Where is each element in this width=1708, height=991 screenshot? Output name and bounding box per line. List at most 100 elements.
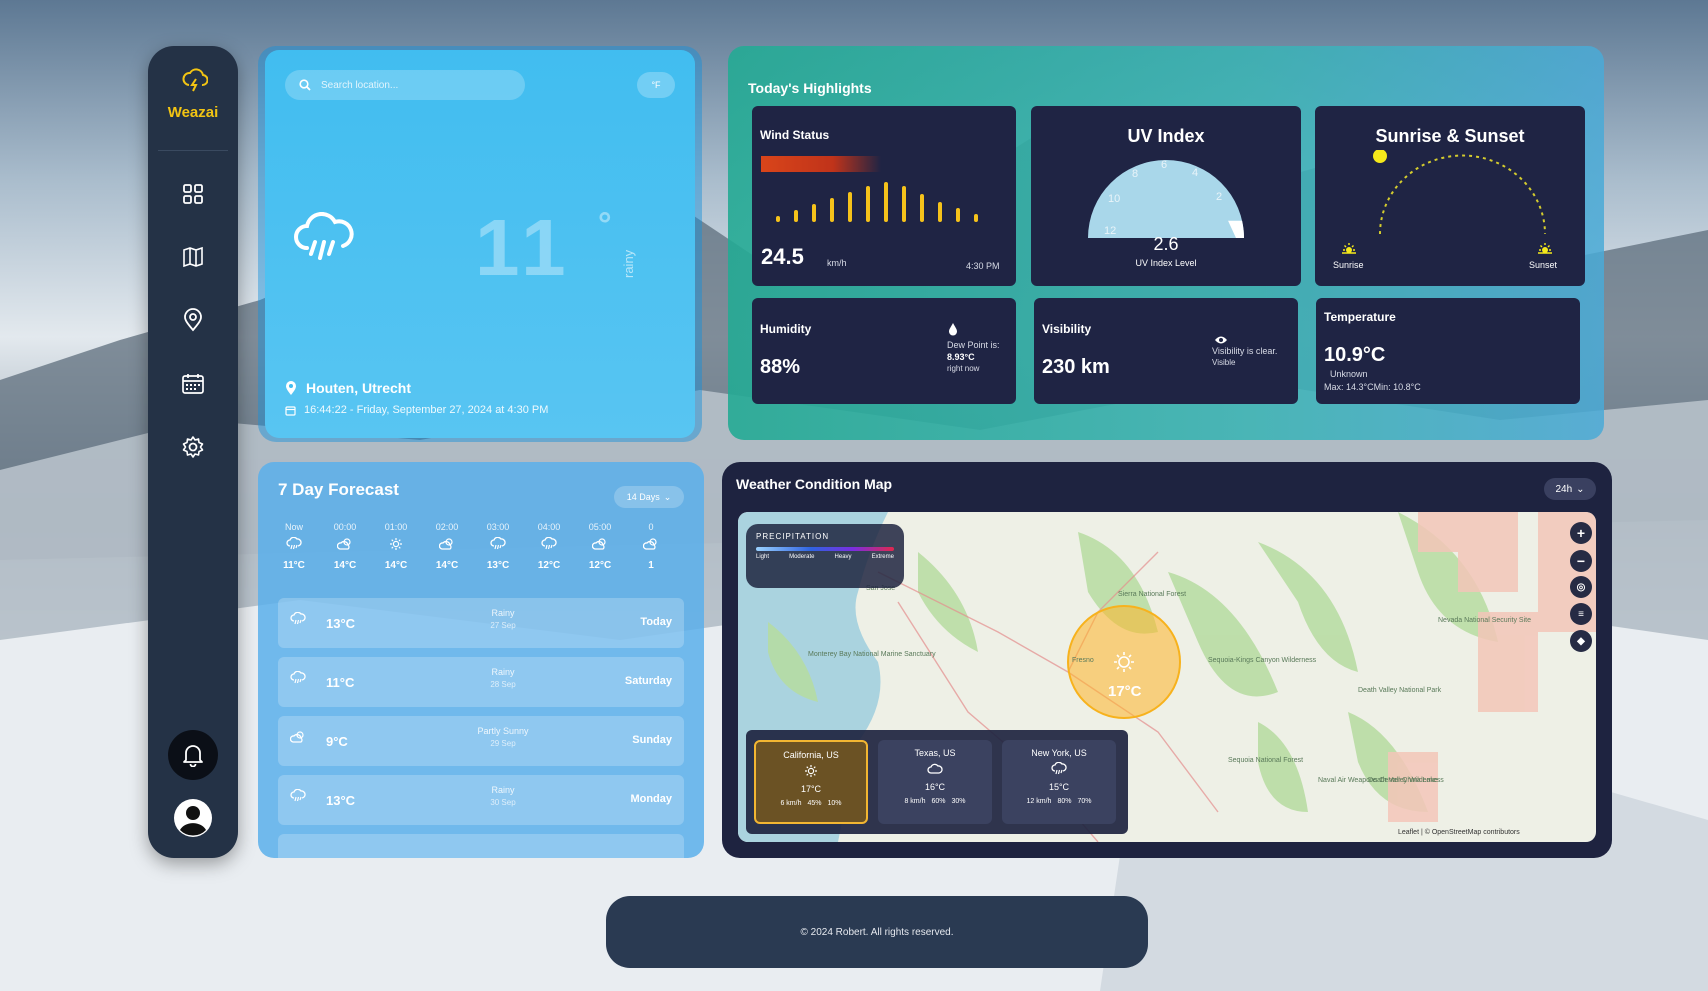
search-icon bbox=[299, 79, 311, 91]
layers-list-button[interactable]: ≡ bbox=[1570, 603, 1592, 625]
legend-item: Extreme bbox=[871, 554, 894, 560]
day-condition: Rainy bbox=[491, 785, 515, 795]
wind-bar bbox=[920, 194, 924, 222]
sidebar-item-map[interactable] bbox=[179, 243, 207, 271]
partly-cloudy-icon bbox=[580, 534, 620, 554]
city-humidity: 60% bbox=[931, 798, 946, 805]
hourly-item: 01:00 14°C bbox=[376, 522, 416, 571]
precipitation-legend: PRECIPITATION Light Moderate Heavy Extre… bbox=[746, 524, 904, 588]
droplet-icon bbox=[948, 322, 958, 341]
wind-bar bbox=[956, 208, 960, 222]
day-temp: 9°C bbox=[326, 734, 348, 749]
legend-title: PRECIPITATION bbox=[756, 532, 830, 541]
sidebar-item-settings[interactable] bbox=[179, 433, 207, 461]
day-date: 27 Sep bbox=[490, 621, 516, 630]
visibility-note2: Visible bbox=[1212, 358, 1236, 367]
day-name: Monday bbox=[630, 793, 672, 805]
city-temp: 15°C bbox=[1048, 782, 1070, 792]
uv-tick-6: 6 bbox=[1161, 159, 1167, 171]
city-precip: 30% bbox=[951, 798, 966, 805]
sidebar-item-locations[interactable] bbox=[179, 306, 207, 334]
map-range-dropdown[interactable]: 24h ⌄ bbox=[1544, 478, 1596, 500]
rain-cloud-icon bbox=[529, 534, 569, 554]
day-name: Saturday bbox=[624, 675, 672, 687]
hourly-item: 00:00 14°C bbox=[325, 522, 365, 571]
forecast-range-dropdown[interactable]: 14 Days ⌄ bbox=[614, 486, 684, 508]
city-weather-card[interactable]: Texas, US 16°C 8 km/h 60% 30% bbox=[878, 740, 992, 824]
city-temp: 16°C bbox=[924, 782, 946, 792]
day-date: 28 Sep bbox=[490, 680, 516, 689]
city-humidity: 80% bbox=[1057, 798, 1072, 805]
grid-icon bbox=[183, 184, 203, 204]
wind-value: 24.5 bbox=[761, 244, 804, 269]
forecast-day-row[interactable] bbox=[278, 834, 684, 858]
visibility-label: Visibility bbox=[1042, 322, 1092, 336]
sun-position-marker bbox=[1373, 150, 1387, 163]
user-avatar[interactable] bbox=[173, 798, 213, 838]
city-precip: 70% bbox=[1077, 798, 1092, 805]
search-box[interactable] bbox=[285, 70, 525, 100]
hourly-time: 03:00 bbox=[486, 522, 510, 532]
forecast-day-row[interactable]: 11°C Rainy 28 Sep Saturday bbox=[278, 657, 684, 707]
rain-cloud-icon bbox=[290, 788, 306, 808]
zoom-out-button[interactable]: − bbox=[1570, 550, 1592, 572]
temperature-label: Temperature bbox=[1324, 310, 1396, 324]
forecast-range-label: 14 Days bbox=[626, 492, 660, 502]
compass-button[interactable]: ◎ bbox=[1570, 576, 1592, 598]
map-icon bbox=[183, 246, 203, 268]
unit-toggle-button[interactable]: °F bbox=[637, 72, 675, 98]
compass-icon: ◎ bbox=[1576, 581, 1586, 593]
sidebar-item-dashboard[interactable] bbox=[179, 180, 207, 208]
hourly-time: 04:00 bbox=[537, 522, 561, 532]
uv-label: UV Index bbox=[1127, 126, 1205, 146]
visibility-note: Visibility is clear. bbox=[1212, 346, 1278, 356]
legend-gradient bbox=[756, 547, 894, 551]
place-label: Death Valley National Park bbox=[1358, 687, 1442, 694]
day-date: 30 Sep bbox=[490, 798, 516, 807]
wind-bar bbox=[776, 216, 780, 222]
rain-cloud-icon bbox=[290, 611, 306, 631]
city-wind: 12 km/h bbox=[1026, 798, 1052, 805]
sun-icon bbox=[376, 534, 416, 554]
search-input[interactable] bbox=[321, 79, 501, 91]
wind-bar-chart bbox=[776, 182, 978, 222]
user-avatar-icon bbox=[174, 799, 212, 837]
map-view[interactable]: 17°C San Jose Monterey Bay National Mari… bbox=[738, 512, 1596, 842]
hourly-time: 05:00 bbox=[588, 522, 612, 532]
city-weather-card[interactable]: New York, US 15°C 12 km/h 80% 70% bbox=[1002, 740, 1116, 824]
place-label: Monterey Bay National Marine Sanctuary bbox=[808, 651, 936, 658]
temperature-range: Max: 14.3°CMin: 10.8°C bbox=[1324, 382, 1421, 392]
sidebar-item-calendar[interactable] bbox=[179, 370, 207, 398]
layers-button[interactable]: ◆ bbox=[1570, 630, 1592, 652]
hourly-temp: 13°C bbox=[486, 560, 510, 571]
wind-time: 4:30 PM bbox=[966, 261, 1000, 271]
gear-icon bbox=[182, 436, 204, 458]
visibility-value: 230 km bbox=[1042, 356, 1110, 378]
place-label: Sequoia National Forest bbox=[1228, 757, 1303, 764]
partly-cloudy-icon bbox=[427, 534, 467, 554]
zoom-in-button[interactable]: + bbox=[1570, 522, 1592, 544]
forecast-day-row[interactable]: 9°C Partly Sunny 29 Sep Sunday bbox=[278, 716, 684, 766]
city-wind: 8 km/h bbox=[904, 798, 926, 805]
hourly-item: 04:00 12°C bbox=[529, 522, 569, 571]
list-icon: ≡ bbox=[1578, 608, 1584, 620]
humidity-label: Humidity bbox=[760, 322, 812, 336]
forecast-day-row[interactable]: 13°C Rainy 27 Sep Today bbox=[278, 598, 684, 648]
dew-point-label: Dew Point is: bbox=[947, 340, 1000, 350]
legend-item: Light bbox=[756, 554, 770, 560]
city-weather-card[interactable]: California, US 17°C 6 km/h 45% 10% bbox=[754, 740, 868, 824]
hourly-time: 01:00 bbox=[384, 522, 408, 532]
chevron-down-icon: ⌄ bbox=[1576, 483, 1585, 495]
temperature-tile: Temperature 10.9°C Unknown Max: 14.3°CMi… bbox=[1316, 298, 1580, 404]
city-temp: 17°C bbox=[800, 784, 822, 794]
forecast-day-row[interactable]: 13°C Rainy 30 Sep Monday bbox=[278, 775, 684, 825]
wind-bar bbox=[830, 198, 834, 222]
notifications-button[interactable] bbox=[168, 730, 218, 780]
hourly-temp: 14°C bbox=[384, 560, 408, 571]
sidebar-divider bbox=[158, 150, 228, 151]
place-label: Sequoia-Kings Canyon Wilderness bbox=[1208, 657, 1317, 664]
location-name: Houten, Utrecht bbox=[306, 380, 411, 396]
footer-text: © 2024 Robert. All rights reserved. bbox=[800, 926, 954, 938]
sun-icon bbox=[756, 760, 866, 782]
city-name: Texas, US bbox=[914, 748, 956, 758]
